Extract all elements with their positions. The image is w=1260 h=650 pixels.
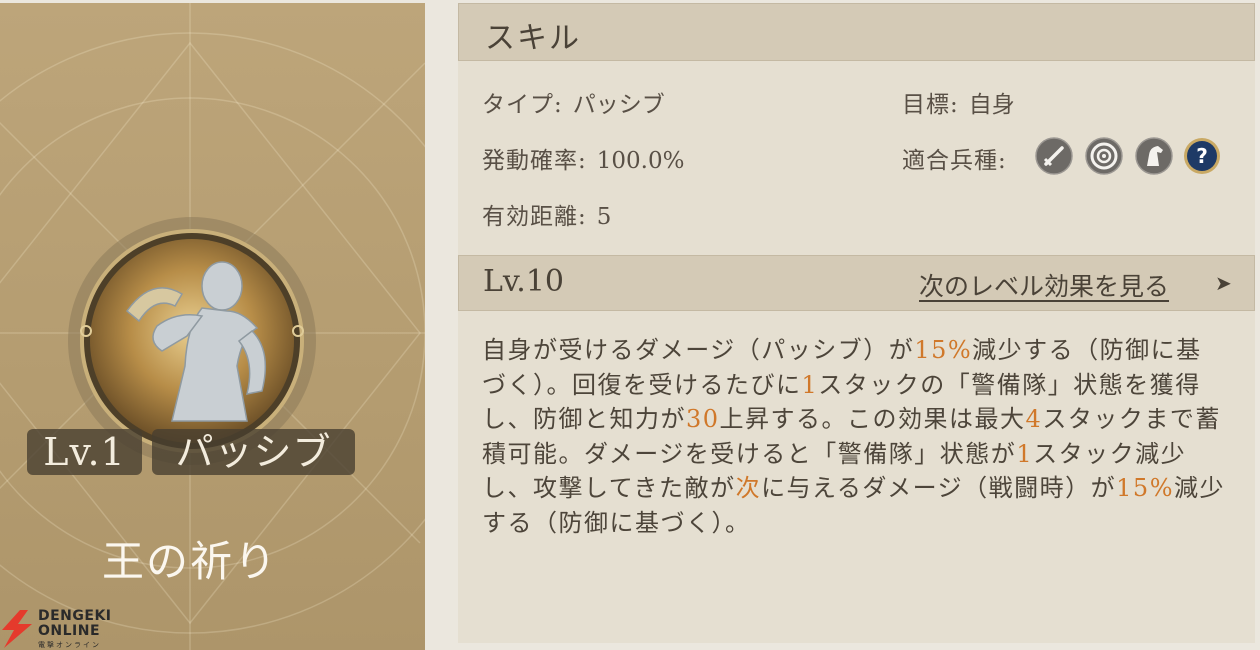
- target-value: 自身: [968, 92, 1015, 118]
- type-label: タイプ:: [482, 92, 563, 118]
- desc-highlight: 30: [686, 405, 720, 433]
- range-label: 有効距離:: [482, 204, 587, 230]
- question-icon[interactable]: ?: [1183, 137, 1221, 175]
- skill-header-bar: スキル: [458, 3, 1255, 61]
- next-level-link[interactable]: 次のレベル効果を見る: [919, 267, 1169, 303]
- desc-text: に与えるダメージ（戦闘時）が: [761, 474, 1117, 502]
- troops-label: 適合兵種:: [902, 148, 1007, 174]
- sword-icon[interactable]: [1035, 137, 1073, 175]
- desc-highlight: 次: [735, 474, 762, 502]
- desc-highlight: 15%: [914, 336, 973, 364]
- level-bar: Lv.10 次のレベル効果を見る ➤: [458, 255, 1255, 311]
- rate-value: 100.0%: [596, 148, 685, 174]
- description-box: 自身が受けるダメージ（パッシブ）が15%減少する（防御に基づく）。回復を受けるた…: [458, 311, 1255, 643]
- skill-description: 自身が受けるダメージ（パッシブ）が15%減少する（防御に基づく）。回復を受けるた…: [482, 333, 1227, 540]
- desc-highlight: 15%: [1116, 474, 1174, 502]
- target-label: 目標:: [902, 92, 959, 118]
- target-info: 目標: 自身: [902, 85, 1015, 119]
- lightning-logo-icon: [2, 610, 32, 648]
- range-value: 5: [596, 204, 612, 230]
- skill-level: Lv.10: [483, 264, 565, 299]
- troops-info: 適合兵種:: [902, 141, 1007, 175]
- level-badge: Lv.1: [27, 429, 142, 475]
- dengeki-online-logo: DENGEKI ONLINE 電撃オンライン: [0, 606, 140, 650]
- section-title: スキル: [485, 21, 581, 56]
- skill-detail-panel: スキル タイプ: パッシブ 目標: 自身 発動確率: 100.0% 適合兵種:: [458, 3, 1255, 643]
- desc-highlight: 1: [1016, 439, 1034, 468]
- desc-highlight: 1: [801, 370, 819, 399]
- rate-label: 発動確率:: [482, 148, 587, 174]
- arrow-right-icon[interactable]: ➤: [1215, 271, 1232, 295]
- logo-text-line2: ONLINE: [38, 623, 101, 639]
- range-info: 有効距離: 5: [482, 197, 611, 231]
- horse-icon[interactable]: [1135, 137, 1173, 175]
- type-info: タイプ: パッシブ: [482, 85, 665, 119]
- skill-card: Lv.1 パッシブ 王の祈り: [0, 3, 425, 650]
- logo-text-line3: 電撃オンライン: [38, 641, 101, 649]
- desc-highlight: 4: [1025, 405, 1043, 433]
- target-bow-icon[interactable]: [1085, 137, 1123, 175]
- skill-name: 王の祈り: [101, 537, 278, 586]
- skill-type-badge: パッシブ: [152, 429, 355, 475]
- rate-info: 発動確率: 100.0%: [482, 141, 684, 175]
- logo-text-line1: DENGEKI: [38, 608, 112, 624]
- type-value: パッシブ: [572, 92, 665, 118]
- desc-text: 自身が受けるダメージ（パッシブ）が: [482, 336, 915, 364]
- desc-text: 上昇する。この効果は最大: [719, 405, 1026, 433]
- svg-text:?: ?: [1196, 144, 1208, 168]
